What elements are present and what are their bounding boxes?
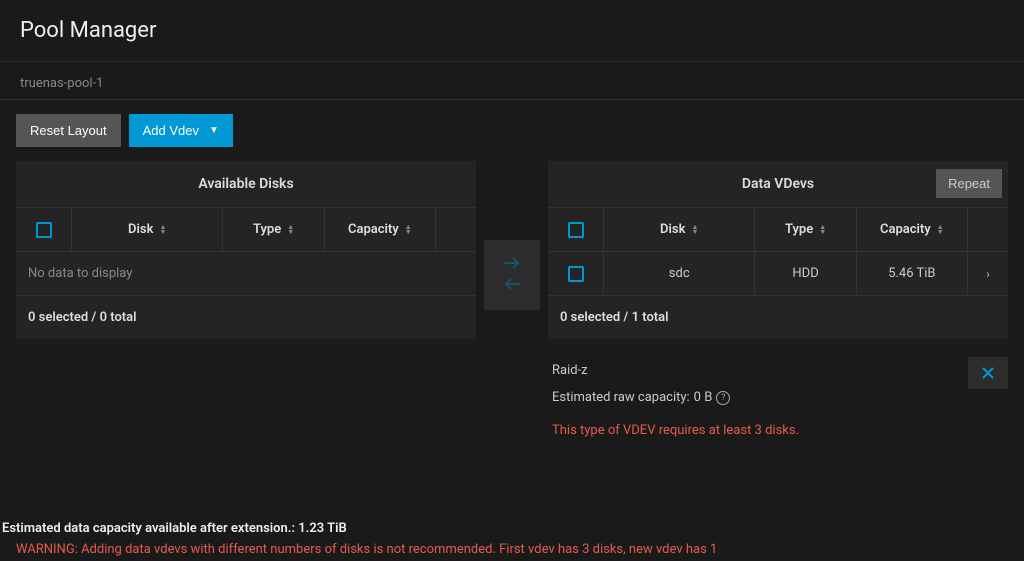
row-disk: sdc bbox=[604, 252, 755, 295]
available-col-capacity[interactable]: Capacity ▲▼ bbox=[325, 208, 436, 251]
data-vdevs-panel: Data VDevs Repeat Disk ▲▼ Type ▲▼ Capaci… bbox=[548, 161, 1008, 339]
available-disks-table: Disk ▲▼ Type ▲▼ Capacity ▲▼ No data to d… bbox=[16, 207, 476, 339]
sort-icon: ▲▼ bbox=[937, 225, 944, 235]
available-footer: 0 selected / 0 total bbox=[16, 296, 476, 339]
vdevs-table-header: Disk ▲▼ Type ▲▼ Capacity ▲▼ bbox=[548, 208, 1008, 252]
available-col-type[interactable]: Type ▲▼ bbox=[223, 208, 324, 251]
vdevs-col-expand bbox=[968, 208, 1008, 251]
bottom-summary: Estimated data capacity available after … bbox=[0, 521, 1024, 561]
move-right-button[interactable] bbox=[502, 255, 522, 274]
est-cap-value: 0 B bbox=[694, 390, 713, 405]
vdevs-select-all-checkbox[interactable] bbox=[568, 222, 584, 238]
est-cap-label: Estimated raw capacity: bbox=[552, 390, 690, 405]
add-vdev-button[interactable]: Add Vdev ▼ bbox=[129, 114, 233, 147]
table-row: sdc HDD 5.46 TiB › bbox=[548, 252, 1008, 296]
available-empty-row: No data to display bbox=[16, 252, 476, 296]
raid-type-select[interactable]: Raid-z bbox=[552, 363, 1024, 378]
repeat-button[interactable]: Repeat bbox=[936, 169, 1002, 198]
available-disks-header: Available Disks bbox=[16, 161, 476, 207]
sort-icon: ▲▼ bbox=[405, 225, 412, 235]
mismatched-vdev-warning: WARNING: Adding data vdevs with differen… bbox=[0, 542, 1024, 557]
row-expand[interactable]: › bbox=[968, 252, 1008, 295]
available-disks-title: Available Disks bbox=[198, 176, 293, 192]
data-vdevs-title: Data VDevs bbox=[742, 176, 814, 192]
add-vdev-label: Add Vdev bbox=[143, 123, 199, 138]
vdevs-footer: 0 selected / 1 total bbox=[548, 296, 1008, 339]
available-col-disk[interactable]: Disk ▲▼ bbox=[72, 208, 223, 251]
caret-down-icon: ▼ bbox=[209, 125, 219, 136]
row-type: HDD bbox=[755, 252, 856, 295]
reset-layout-button[interactable]: Reset Layout bbox=[16, 114, 121, 147]
arrow-right-icon bbox=[502, 255, 522, 271]
data-vdevs-header: Data VDevs Repeat bbox=[548, 161, 1008, 207]
page-title: Pool Manager bbox=[20, 18, 1004, 43]
page-header: Pool Manager bbox=[0, 0, 1024, 62]
vdevs-col-disk[interactable]: Disk ▲▼ bbox=[604, 208, 755, 251]
sort-icon: ▲▼ bbox=[819, 225, 826, 235]
remove-vdev-button[interactable] bbox=[968, 357, 1008, 389]
transfer-controls bbox=[484, 240, 540, 310]
vdevs-col-capacity[interactable]: Capacity ▲▼ bbox=[857, 208, 968, 251]
sort-icon: ▲▼ bbox=[691, 225, 698, 235]
move-left-button[interactable] bbox=[502, 276, 522, 295]
available-disks-panel: Available Disks Disk ▲▼ Type ▲▼ Capacity… bbox=[16, 161, 476, 339]
row-capacity: 5.46 TiB bbox=[857, 252, 968, 295]
row-select-cell bbox=[548, 252, 604, 295]
vdev-disk-count-warning: This type of VDEV requires at least 3 di… bbox=[552, 423, 1024, 438]
row-checkbox[interactable] bbox=[568, 266, 584, 282]
available-select-all-checkbox[interactable] bbox=[36, 222, 52, 238]
close-icon bbox=[980, 365, 996, 381]
estimated-data-capacity: Estimated data capacity available after … bbox=[0, 521, 1024, 542]
pool-name-field[interactable]: truenas-pool-1 bbox=[0, 62, 1024, 100]
vdevs-col-type[interactable]: Type ▲▼ bbox=[755, 208, 856, 251]
arrow-left-icon bbox=[502, 276, 522, 292]
sort-icon: ▲▼ bbox=[159, 225, 166, 235]
help-icon[interactable]: ? bbox=[716, 391, 730, 405]
estimated-raw-capacity: Estimated raw capacity: 0 B ? bbox=[552, 390, 1024, 405]
data-vdevs-table: Disk ▲▼ Type ▲▼ Capacity ▲▼ sdc HDD bbox=[548, 207, 1008, 339]
action-button-row: Reset Layout Add Vdev ▼ bbox=[0, 100, 1024, 161]
main-area: Available Disks Disk ▲▼ Type ▲▼ Capacity… bbox=[0, 161, 1024, 339]
vdev-meta: Raid-z Estimated raw capacity: 0 B ? Thi… bbox=[0, 339, 1024, 438]
sort-icon: ▲▼ bbox=[287, 225, 294, 235]
vdevs-select-all-cell bbox=[548, 208, 604, 251]
available-col-spacer bbox=[436, 208, 476, 251]
chevron-right-icon: › bbox=[986, 267, 990, 281]
available-select-all-cell bbox=[16, 208, 72, 251]
available-table-header: Disk ▲▼ Type ▲▼ Capacity ▲▼ bbox=[16, 208, 476, 252]
